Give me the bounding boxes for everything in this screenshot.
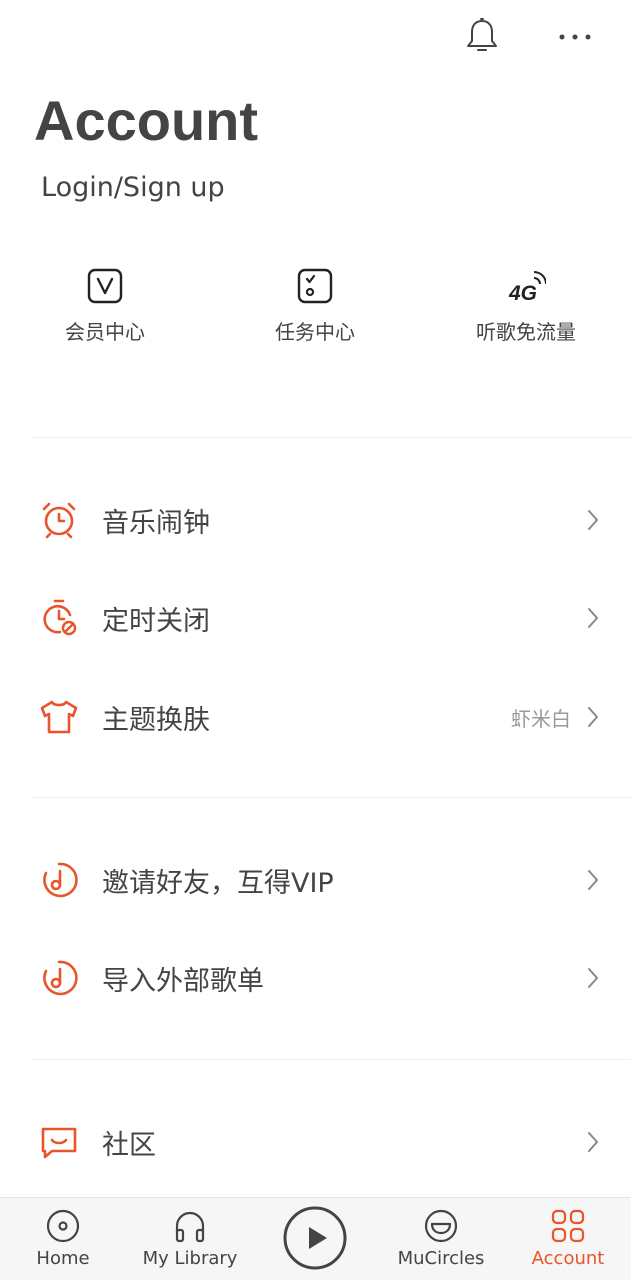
quick-actions: 会员中心 任务中心 4G 听歌免流量	[0, 262, 631, 362]
menu-item-theme[interactable]: 主题换肤 虾米白	[0, 676, 631, 756]
smile-icon	[424, 1209, 458, 1243]
tab-label: Home	[36, 1248, 90, 1269]
menu-item-label: 主题换肤	[102, 705, 210, 736]
tab-account[interactable]: Account	[508, 1198, 628, 1280]
4g-icon: 4G	[508, 271, 546, 305]
more-icon[interactable]	[552, 22, 598, 52]
quick-action-label: 任务中心	[275, 320, 355, 344]
divider	[32, 797, 631, 798]
top-bar	[0, 0, 631, 80]
music-note-icon	[43, 862, 78, 898]
tab-label: MuCircles	[397, 1248, 485, 1269]
menu-item-import-playlist[interactable]: 导入外部歌单	[0, 937, 631, 1017]
menu-item-label: 定时关闭	[102, 606, 210, 637]
menu-item-alarm[interactable]: 音乐闹钟	[0, 479, 631, 559]
tab-label: Account	[531, 1248, 605, 1269]
tab-label: My Library	[142, 1248, 238, 1269]
grid-icon	[551, 1209, 585, 1243]
menu-item-label: 音乐闹钟	[102, 508, 210, 539]
vip-center-button[interactable]: 会员中心	[15, 262, 195, 345]
headphones-icon	[175, 1211, 205, 1243]
menu-item-community[interactable]: 社区	[0, 1101, 631, 1181]
free-data-button[interactable]: 4G 听歌免流量	[436, 262, 616, 345]
divider	[32, 1059, 631, 1060]
quick-action-label: 会员中心	[65, 320, 145, 344]
menu-item-label: 社区	[102, 1130, 156, 1161]
menu-item-label: 邀请好友，互得VIP	[102, 868, 334, 899]
task-center-button[interactable]: 任务中心	[225, 262, 405, 345]
shirt-icon	[40, 700, 78, 734]
login-signup-link[interactable]: Login/Sign up	[41, 172, 225, 203]
music-note-icon	[43, 960, 78, 996]
alarm-clock-icon	[42, 502, 76, 539]
chevron-right-icon	[588, 608, 598, 628]
tab-my-library[interactable]: My Library	[130, 1198, 250, 1280]
menu-item-invite[interactable]: 邀请好友，互得VIP	[0, 839, 631, 919]
divider	[32, 437, 631, 438]
chevron-right-icon	[588, 510, 598, 530]
chevron-right-icon	[588, 707, 598, 727]
tab-mucircles[interactable]: MuCircles	[381, 1198, 501, 1280]
chat-icon	[41, 1127, 77, 1159]
4g-icon-text: 4G	[508, 282, 537, 305]
quick-action-label: 听歌免流量	[476, 320, 576, 344]
theme-value: 虾米白	[511, 707, 571, 731]
chevron-right-icon	[588, 1132, 598, 1152]
sleep-timer-icon	[43, 599, 77, 636]
menu-item-sleep-timer[interactable]: 定时关闭	[0, 577, 631, 657]
chevron-right-icon	[588, 870, 598, 890]
play-button[interactable]	[283, 1206, 347, 1270]
task-icon	[297, 268, 333, 304]
chevron-right-icon	[588, 968, 598, 988]
vip-icon	[87, 268, 123, 304]
bottom-tab-bar: Home My Library MuCircles Account	[0, 1197, 631, 1280]
bell-icon[interactable]	[462, 16, 502, 56]
tab-home[interactable]: Home	[3, 1198, 123, 1280]
menu-item-label: 导入外部歌单	[102, 966, 264, 997]
page-title: Account	[34, 89, 258, 152]
disc-icon	[46, 1209, 80, 1243]
